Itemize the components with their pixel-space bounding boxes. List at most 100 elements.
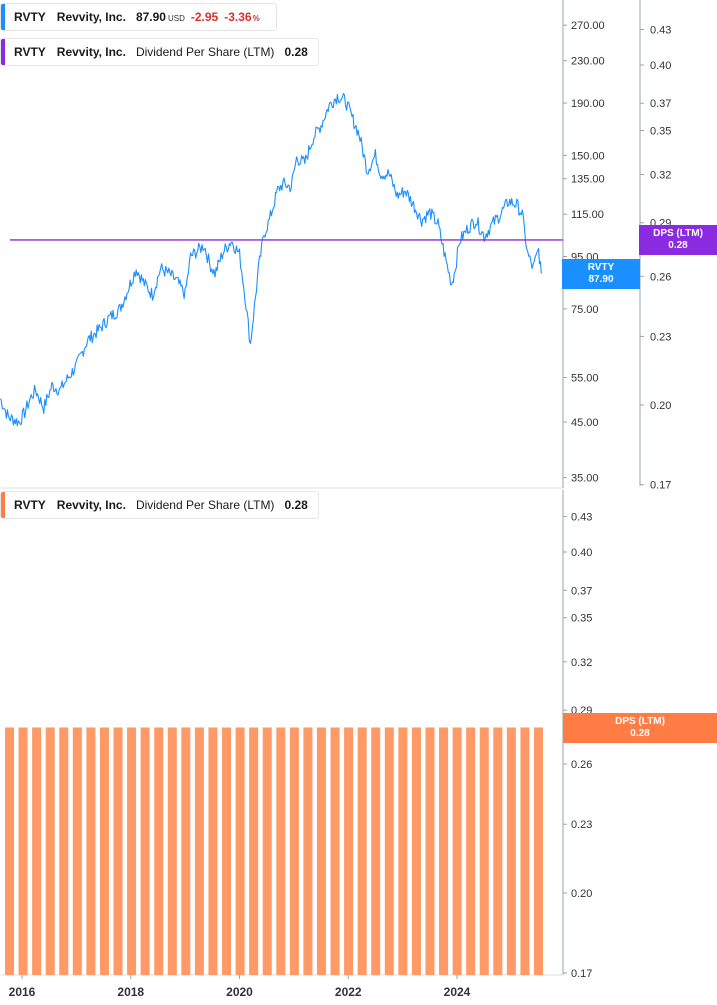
dps-bar [127, 727, 137, 975]
legend-price: RVTY Revvity, Inc. 87.90 USD -2.95 -3.36… [0, 3, 277, 31]
price-axis-tick-label: 35.00 [571, 473, 599, 485]
dps-bar [113, 727, 123, 975]
legend-change-pct-value: -3.36 [224, 10, 252, 24]
dps-bar [154, 727, 164, 975]
dps-bar [194, 727, 204, 975]
x-axis-tick-label: 2022 [335, 985, 362, 999]
dps-bar [72, 727, 82, 975]
dps-bar [316, 727, 326, 975]
dps-bar [5, 727, 14, 975]
legend-color-bar [1, 492, 5, 518]
dps-tag-value: 0.28 [630, 728, 650, 739]
dps-bottom-axis-tick-label: 0.40 [571, 547, 592, 559]
dps-bottom-axis-tick-label: 0.37 [571, 585, 592, 597]
legend-company-name: Revvity, Inc. [56, 498, 126, 512]
dps-bar [303, 727, 313, 975]
dps-bar [18, 727, 28, 975]
dps-bar [276, 727, 286, 975]
dps-axis-tick-label: 0.17 [650, 480, 671, 492]
dps-bar [466, 727, 476, 975]
legend-color-bar [1, 39, 5, 65]
dps-bar [32, 727, 42, 975]
dps-bottom-axis-tick-label: 0.20 [571, 888, 592, 900]
legend-ticker: RVTY [14, 45, 46, 59]
legend-dps-bottom: RVTY Revvity, Inc. Dividend Per Share (L… [0, 491, 319, 519]
dps-bar [45, 727, 55, 975]
dps-bar [208, 727, 218, 975]
x-axis-tick-label: 2018 [117, 985, 144, 999]
dps-bar [222, 727, 232, 975]
legend-pct-sign: % [252, 14, 260, 23]
dps-bar [425, 727, 435, 975]
price-axis-tick-label: 75.00 [571, 304, 599, 316]
legend-currency: USD [167, 14, 185, 23]
dps-bar [506, 727, 516, 975]
price-axis-tick-label: 150.00 [571, 150, 605, 162]
legend-change: -2.95 [190, 10, 219, 24]
dps-bar [249, 727, 259, 975]
dps-bar [398, 727, 408, 975]
price-axis-tick-label: 45.00 [571, 417, 599, 429]
dps-bottom-axis-tick-label: 0.17 [571, 968, 592, 980]
legend-company-name: Revvity, Inc. [56, 10, 126, 24]
price-axis-tick-label: 190.00 [571, 98, 605, 110]
legend-ticker: RVTY [14, 10, 46, 24]
legend-ticker: RVTY [14, 498, 46, 512]
dps-bar [181, 727, 191, 975]
dps-axis-tick-label: 0.40 [650, 60, 671, 72]
dps-bar [371, 727, 381, 975]
dps-axis-tick-label: 0.23 [650, 331, 671, 343]
dps-price-tag-top: DPS (LTM) 0.28 [639, 225, 717, 255]
dps-bar [357, 727, 367, 975]
dps-bar [330, 727, 340, 975]
dps-bar [262, 727, 272, 975]
legend-dps-top: RVTY Revvity, Inc. Dividend Per Share (L… [0, 38, 319, 66]
dps-bottom-axis-tick-label: 0.43 [571, 511, 592, 523]
rvty-tag-label: RVTY [587, 262, 615, 273]
x-axis-tick-label: 2016 [9, 985, 36, 999]
dps-axis-tick-label: 0.20 [650, 400, 671, 412]
dps-bar [140, 727, 150, 975]
dps-axis-tick-label: 0.43 [650, 25, 671, 37]
dps-axis-tick-label: 0.35 [650, 125, 671, 137]
dps-axis-tick-label: 0.26 [650, 271, 671, 283]
price-axis-tick-label: 55.00 [571, 373, 599, 385]
rvty-tag-value: 87.90 [588, 274, 614, 285]
dps-bar [452, 727, 462, 975]
dps-price-tag-bottom: DPS (LTM) 0.28 [563, 713, 717, 743]
price-axis-tick-label: 115.00 [571, 209, 604, 221]
legend-metric-value: 0.28 [284, 498, 308, 512]
dps-bar [479, 727, 489, 975]
legend-metric-value: 0.28 [284, 45, 308, 59]
price-axis-tick-label: 135.00 [571, 174, 605, 186]
dps-bar [86, 727, 96, 975]
dps-bar [520, 727, 530, 975]
price-axis-tick-label: 230.00 [571, 56, 605, 68]
dps-bar [99, 727, 109, 975]
dps-bar [59, 727, 69, 975]
x-axis-tick-label: 2020 [226, 985, 253, 999]
dps-bottom-axis-tick-label: 0.26 [571, 759, 592, 771]
dps-bottom-axis-tick-label: 0.32 [571, 657, 592, 669]
dps-bar [439, 727, 449, 975]
legend-metric: Dividend Per Share (LTM) [135, 45, 275, 59]
rvty-price-tag: RVTY 87.90 [562, 259, 640, 289]
legend-change-pct: -3.36% [224, 10, 259, 24]
legend-metric: Dividend Per Share (LTM) [135, 498, 275, 512]
dps-bar [344, 727, 354, 975]
dps-bar [289, 727, 299, 975]
legend-color-bar [1, 4, 5, 30]
dps-bar [411, 727, 421, 975]
price-series-line [0, 92, 542, 427]
x-axis-tick-label: 2024 [444, 985, 471, 999]
legend-price-value: 87.90 [135, 10, 166, 24]
dps-axis-tick-label: 0.37 [650, 98, 671, 110]
dps-tag-value: 0.28 [668, 240, 688, 251]
dps-bar [534, 727, 543, 975]
dps-bottom-axis-tick-label: 0.23 [571, 819, 592, 831]
dps-tag-label: DPS (LTM) [653, 228, 703, 239]
dps-bar [384, 727, 394, 975]
dps-tag-label: DPS (LTM) [615, 716, 665, 727]
dps-bottom-axis-tick-label: 0.35 [571, 613, 592, 625]
dps-axis-tick-label: 0.32 [650, 169, 671, 181]
